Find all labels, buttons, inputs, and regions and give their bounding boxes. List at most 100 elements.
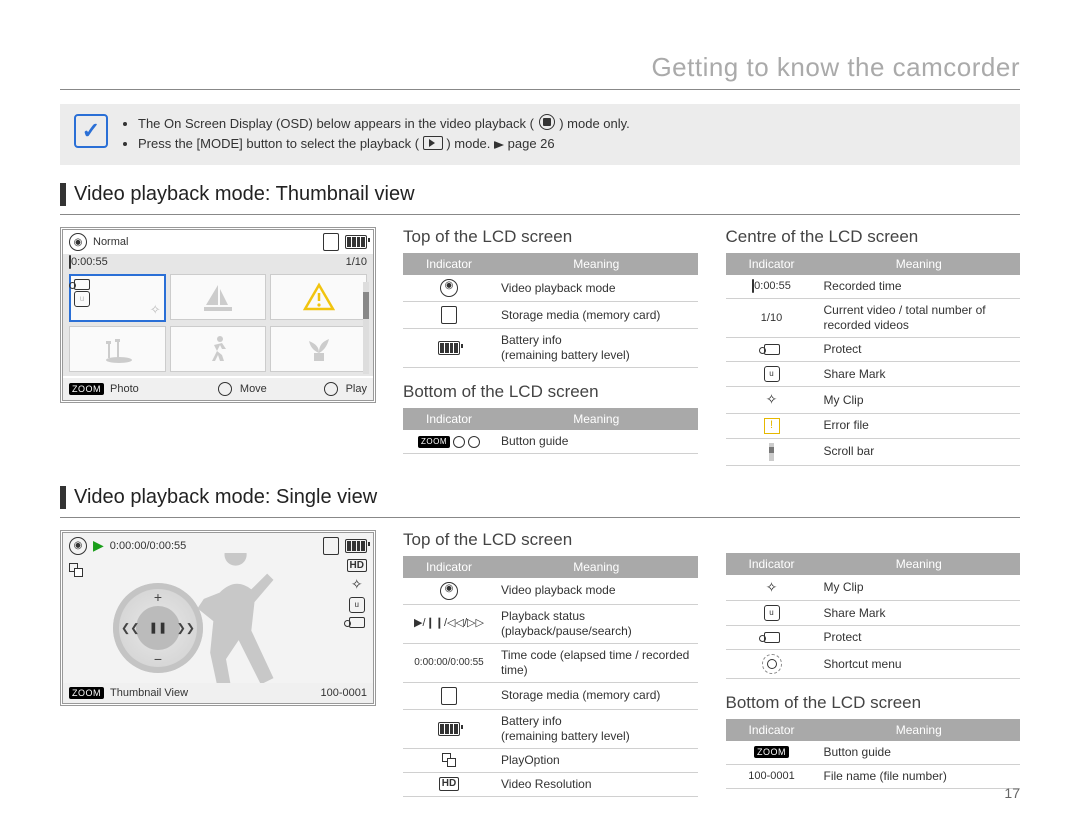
myclip-icon: ✧ [766, 391, 778, 409]
note-box: ✓ The On Screen Display (OSD) below appe… [60, 104, 1020, 165]
recorded-time: 0:00:55 [69, 256, 108, 268]
thumb-top-table: IndicatorMeaning ◉Video playback mode St… [403, 253, 698, 368]
manual-page: Getting to know the camcorder ✓ The On S… [0, 0, 1080, 825]
chapter-title: Getting to know the camcorder [60, 52, 1020, 83]
zoom-dots-icon: ZOOM [418, 436, 480, 448]
meaning-cell: Scroll bar [818, 438, 1021, 465]
sub-heading: Centre of the LCD screen [726, 227, 1021, 247]
meaning-cell: Recorded time [818, 275, 1021, 299]
table-row: ✧ My Clip [726, 575, 1021, 601]
table-row: ZOOMButton guide [726, 741, 1021, 765]
playopt-icon [69, 563, 83, 577]
move-icon [218, 382, 232, 396]
table-row: Protect [726, 626, 1021, 650]
bottom-play-label: Play [346, 383, 367, 395]
section-heading-single: Video playback mode: Single view [60, 486, 1020, 509]
meaning-cell: File name (file number) [818, 765, 1021, 789]
rewind-icon: ❮❮ [121, 621, 139, 634]
mode-label: Normal [93, 236, 128, 248]
playopt-icon [442, 753, 456, 767]
note-text: ) mode. [446, 136, 494, 151]
th-meaning: Meaning [495, 253, 698, 275]
zoom-badge: ZOOM [69, 383, 104, 395]
lcd-bottom-bar: ZOOM Thumbnail View 100-0001 [63, 683, 373, 703]
thumb-centre-table: IndicatorMeaning 0:00:55Recorded time 1/… [726, 253, 1021, 466]
table-row: Battery info (remaining battery level) [403, 329, 698, 368]
table-row: Protect [726, 338, 1021, 362]
indicator-text: 0:00:55 [754, 280, 791, 292]
meaning-cell: Time code (elapsed time / recorded time) [495, 643, 698, 682]
card-icon [323, 537, 339, 555]
bottom-move-label: Move [240, 383, 267, 395]
table-row: uShare Mark [726, 362, 1021, 387]
scrollbar[interactable] [363, 282, 369, 374]
meaning-cell: Storage media (memory card) [495, 682, 698, 709]
checkmark-icon: ✓ [74, 114, 108, 148]
table-row: PlayOption [403, 748, 698, 772]
th-indicator: Indicator [403, 253, 495, 275]
sub-heading: Bottom of the LCD screen [403, 382, 698, 402]
thumbnail-item[interactable] [69, 326, 166, 372]
card-icon [323, 233, 339, 251]
thumbnail-item[interactable] [270, 274, 367, 320]
scrollbar-icon [769, 443, 774, 461]
forward-icon: ❯❯ [177, 621, 195, 634]
bottom-photo-label: Photo [110, 383, 139, 395]
lcd-thumbnail-column: ◉ Normal 0:00:55 1/10 [60, 227, 375, 480]
thumbnail-item[interactable] [170, 326, 267, 372]
card-small-icon [752, 279, 754, 293]
note-text: ) mode only. [559, 116, 630, 131]
myclip-icon: ✧ [766, 579, 778, 597]
table-row: Battery info (remaining battery level) [403, 709, 698, 748]
note-list: The On Screen Display (OSD) below appear… [122, 114, 630, 155]
play-icon [324, 382, 338, 396]
note-line-1: The On Screen Display (OSD) below appear… [138, 114, 630, 133]
playback-mode-icon: ◉ [69, 233, 87, 251]
single-top-left-table: IndicatorMeaning ◉Video playback mode ▶/… [403, 556, 698, 797]
meaning-cell: PlayOption [495, 748, 698, 772]
pause-icon: ❚❚ [136, 606, 180, 650]
thumbnail-columns: ◉ Normal 0:00:55 1/10 [60, 227, 1020, 480]
single-top-right-table: IndicatorMeaning ✧My Clip uShare Mark Pr… [726, 553, 1021, 680]
th-indicator: Indicator [403, 408, 495, 430]
thumbnail-item[interactable] [270, 326, 367, 372]
indicator-text: 1/10 [726, 299, 818, 338]
key-icon [764, 632, 780, 643]
table-row: ◉Video playback mode [403, 578, 698, 605]
key-icon [74, 279, 90, 290]
card-icon [441, 687, 457, 705]
lamp-icon [101, 333, 133, 365]
indicator-text: 0:00:00/0:00:55 [403, 643, 495, 682]
share-icon: u [349, 597, 365, 613]
thumbnail-item[interactable]: u ✧ [69, 274, 166, 322]
zoom-badge: ZOOM [69, 687, 104, 699]
share-icon: u [764, 605, 780, 621]
note-text: The On Screen Display (OSD) below appear… [138, 116, 534, 131]
meaning-cell: Playback status (playback/pause/search) [495, 604, 698, 643]
th-indicator: Indicator [726, 553, 818, 575]
meaning-cell: My Clip [818, 575, 1021, 601]
arrow-right-icon [494, 141, 504, 149]
meaning-cell: Battery info (remaining battery level) [495, 329, 698, 368]
section-rule [60, 214, 1020, 215]
th-meaning: Meaning [818, 553, 1021, 575]
chapter-rule [60, 89, 1020, 90]
sub-heading: Top of the LCD screen [403, 530, 698, 550]
lcd-top-bar: ◉ Normal [63, 230, 373, 254]
thumbnail-item[interactable] [170, 274, 267, 320]
right-icon-stack: HD ✧ u [347, 559, 367, 628]
hd-icon: HD [347, 559, 367, 572]
th-meaning: Meaning [495, 556, 698, 578]
playback-mode-icon: ◉ [440, 279, 458, 297]
shortcut-dial[interactable]: + − ❮❮ ❯❯ ❚❚ [113, 583, 203, 673]
indicator-text: 100-0001 [726, 765, 818, 789]
bottom-thumb-label: Thumbnail View [110, 687, 188, 699]
rec-time-value: 0:00:55 [71, 256, 108, 268]
warning-icon [303, 281, 335, 313]
note-text: Press the [MODE] button to select the pl… [138, 136, 419, 151]
card-small-icon [69, 255, 71, 269]
meaning-cell: Button guide [495, 430, 698, 454]
meaning-cell: Protect [818, 626, 1021, 650]
share-icon: u [74, 291, 90, 307]
meaning-cell: Video Resolution [495, 772, 698, 796]
